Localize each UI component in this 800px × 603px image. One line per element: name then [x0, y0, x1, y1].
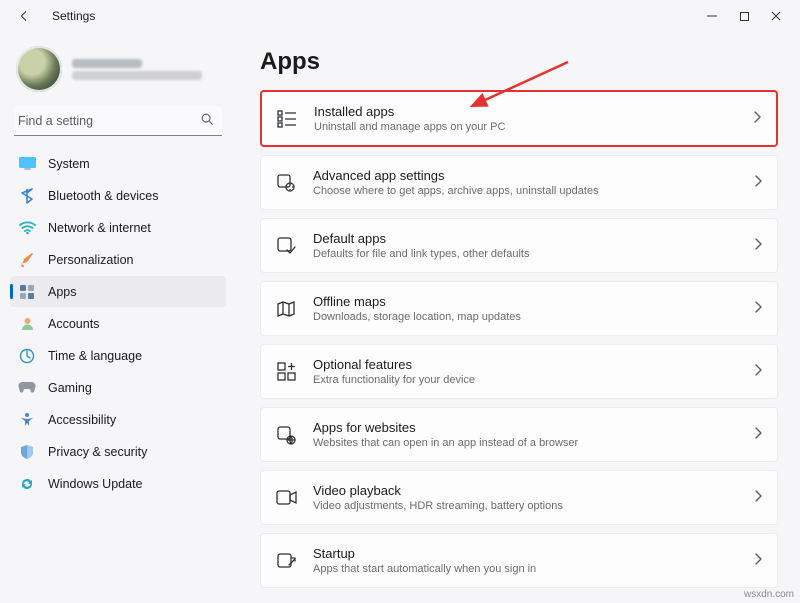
sidebar-item-accounts[interactable]: Accounts — [10, 308, 226, 339]
apps-icon — [18, 283, 36, 301]
card-video-playback[interactable]: Video playback Video adjustments, HDR st… — [260, 470, 778, 525]
update-icon — [18, 475, 36, 493]
card-subtitle: Apps that start automatically when you s… — [313, 563, 738, 575]
sidebar-item-label: Windows Update — [48, 477, 143, 491]
sidebar-item-label: System — [48, 157, 90, 171]
sidebar: Find a setting System Bluetooth & device… — [0, 32, 232, 603]
sidebar-item-label: Accounts — [48, 317, 99, 331]
video-icon — [275, 487, 297, 509]
startup-icon — [275, 550, 297, 572]
card-subtitle: Video adjustments, HDR streaming, batter… — [313, 500, 738, 512]
sidebar-item-label: Time & language — [48, 349, 142, 363]
sidebar-item-accessibility[interactable]: Accessibility — [10, 404, 226, 435]
chevron-right-icon — [754, 174, 763, 191]
search-icon — [200, 112, 214, 129]
sidebar-item-label: Network & internet — [48, 221, 151, 235]
sidebar-item-apps[interactable]: Apps — [10, 276, 226, 307]
card-subtitle: Extra functionality for your device — [313, 374, 738, 386]
watermark: wsxdn.com — [744, 589, 794, 600]
map-icon — [275, 298, 297, 320]
card-title: Startup — [313, 546, 738, 561]
sidebar-item-label: Privacy & security — [48, 445, 147, 459]
window-title: Settings — [52, 9, 95, 23]
app-check-icon — [275, 235, 297, 257]
chevron-right-icon — [754, 552, 763, 569]
sidebar-item-gaming[interactable]: Gaming — [10, 372, 226, 403]
gamepad-icon — [18, 379, 36, 397]
list-icon — [276, 108, 298, 130]
chevron-right-icon — [754, 426, 763, 443]
card-title: Advanced app settings — [313, 168, 738, 183]
back-button[interactable] — [8, 0, 40, 32]
paintbrush-icon — [18, 251, 36, 269]
sidebar-item-personalization[interactable]: Personalization — [10, 244, 226, 275]
system-icon — [18, 155, 36, 173]
sidebar-item-label: Accessibility — [48, 413, 116, 427]
avatar — [16, 46, 62, 92]
wifi-icon — [18, 219, 36, 237]
profile-text — [72, 56, 202, 83]
profile-block[interactable] — [10, 38, 226, 106]
chevron-right-icon — [754, 300, 763, 317]
app-globe-icon — [275, 424, 297, 446]
card-optional-features[interactable]: Optional features Extra functionality fo… — [260, 344, 778, 399]
minimize-button[interactable] — [696, 0, 728, 32]
search-placeholder: Find a setting — [18, 114, 93, 128]
page-title: Apps — [260, 48, 778, 76]
chevron-right-icon — [754, 237, 763, 254]
card-title: Installed apps — [314, 104, 737, 119]
card-offline-maps[interactable]: Offline maps Downloads, storage location… — [260, 281, 778, 336]
sidebar-item-label: Bluetooth & devices — [48, 189, 159, 203]
sidebar-item-update[interactable]: Windows Update — [10, 468, 226, 499]
person-icon — [18, 315, 36, 333]
card-advanced-settings[interactable]: Advanced app settings Choose where to ge… — [260, 155, 778, 210]
main-panel: Apps Installed apps Uninstall and manage… — [232, 32, 800, 603]
card-title: Video playback — [313, 483, 738, 498]
app-gear-icon — [275, 172, 297, 194]
sidebar-item-privacy[interactable]: Privacy & security — [10, 436, 226, 467]
card-title: Offline maps — [313, 294, 738, 309]
card-subtitle: Choose where to get apps, archive apps, … — [313, 185, 738, 197]
card-startup[interactable]: Startup Apps that start automatically wh… — [260, 533, 778, 588]
titlebar: Settings — [0, 0, 800, 32]
card-title: Apps for websites — [313, 420, 738, 435]
grid-plus-icon — [275, 361, 297, 383]
clock-globe-icon — [18, 347, 36, 365]
card-subtitle: Downloads, storage location, map updates — [313, 311, 738, 323]
card-title: Default apps — [313, 231, 738, 246]
card-installed-apps[interactable]: Installed apps Uninstall and manage apps… — [260, 90, 778, 147]
card-subtitle: Websites that can open in an app instead… — [313, 437, 738, 449]
chevron-right-icon — [753, 110, 762, 127]
card-subtitle: Uninstall and manage apps on your PC — [314, 121, 737, 133]
sidebar-item-network[interactable]: Network & internet — [10, 212, 226, 243]
close-button[interactable] — [760, 0, 792, 32]
sidebar-item-label: Personalization — [48, 253, 133, 267]
search-input[interactable]: Find a setting — [14, 106, 222, 136]
sidebar-item-time[interactable]: Time & language — [10, 340, 226, 371]
sidebar-item-system[interactable]: System — [10, 148, 226, 179]
card-default-apps[interactable]: Default apps Defaults for file and link … — [260, 218, 778, 273]
maximize-button[interactable] — [728, 0, 760, 32]
chevron-right-icon — [754, 489, 763, 506]
card-subtitle: Defaults for file and link types, other … — [313, 248, 738, 260]
shield-icon — [18, 443, 36, 461]
bluetooth-icon — [18, 187, 36, 205]
card-apps-websites[interactable]: Apps for websites Websites that can open… — [260, 407, 778, 462]
card-title: Optional features — [313, 357, 738, 372]
sidebar-item-label: Apps — [48, 285, 77, 299]
sidebar-item-label: Gaming — [48, 381, 92, 395]
sidebar-item-bluetooth[interactable]: Bluetooth & devices — [10, 180, 226, 211]
chevron-right-icon — [754, 363, 763, 380]
accessibility-icon — [18, 411, 36, 429]
